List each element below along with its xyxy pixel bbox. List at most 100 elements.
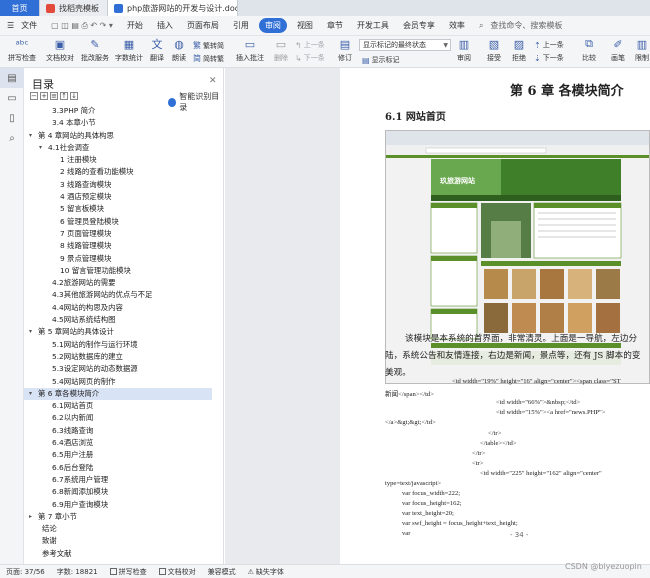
toc-item[interactable]: 4.2旅游网站的需要: [24, 277, 212, 289]
toc-item[interactable]: ▾ 第 6 章各模块简介: [24, 387, 212, 401]
search-icon[interactable]: ⌕: [0, 128, 24, 148]
word-count-button[interactable]: ▦ 字数统计: [113, 36, 145, 68]
next-change-button[interactable]: ⇣ 下一条: [534, 53, 564, 63]
toc-item[interactable]: 3.4 本章小节: [24, 117, 212, 129]
toc-item[interactable]: 3 线路查询模块: [24, 179, 212, 191]
up-level-icon[interactable]: ↑: [60, 92, 68, 100]
delete-comment-button[interactable]: ▭ 删除: [270, 36, 292, 68]
doc-proof-toggle[interactable]: 文档校对: [153, 567, 202, 577]
restrict-button[interactable]: ▥ 限制: [632, 36, 650, 68]
toc-item[interactable]: 7 页面管理模块: [24, 228, 212, 240]
toc-item[interactable]: 3.3PHP 简介: [24, 105, 212, 117]
toc-item[interactable]: 10 留言管理功能模块: [24, 265, 212, 277]
toc-item[interactable]: 5.2网站数据库的建立: [24, 351, 212, 363]
tab-home[interactable]: 首页: [0, 0, 40, 16]
chevron-down-icon[interactable]: ▾: [29, 130, 32, 142]
menu-insert[interactable]: 插入: [150, 20, 180, 31]
menu-layout[interactable]: 页面布局: [180, 20, 226, 31]
folder-icon[interactable]: ▭: [0, 88, 24, 108]
menu-view[interactable]: 视图: [290, 20, 320, 31]
spell-check-button[interactable]: ᵃᵇᶜ 拼写检查: [4, 36, 40, 68]
show-marks-button[interactable]: ▤ 显示标记: [362, 55, 400, 65]
chevron-down-icon[interactable]: ▾: [39, 142, 42, 154]
toc-item[interactable]: 6.6后台登陆: [24, 462, 212, 474]
toc-item[interactable]: ▾ 第 5 章网站的具体设计: [24, 326, 212, 338]
quick-tools-icon[interactable]: ▢ ◫ ▤ ⎙ ↶ ↷ ▾: [44, 21, 120, 31]
toc-item[interactable]: 9 景点管理模块: [24, 253, 212, 265]
toc-item[interactable]: 6.8新闻添加模块: [24, 486, 212, 498]
word-count[interactable]: 字数: 18821: [51, 567, 104, 577]
review-button[interactable]: ▥ 审阅: [453, 36, 475, 68]
next-comment-button[interactable]: ↳ 下一条: [295, 53, 325, 63]
bookmark-icon[interactable]: ▯: [0, 108, 24, 128]
prev-comment-button[interactable]: ↰ 上一条: [295, 40, 325, 50]
pen-button[interactable]: ✐ 画笔: [607, 36, 629, 68]
toc-item[interactable]: 4.5网站系统结构图: [24, 314, 212, 326]
outline-icon[interactable]: ≡: [50, 92, 58, 100]
simp-to-trad-button[interactable]: 简简转繁: [193, 53, 224, 64]
close-icon[interactable]: ✕: [209, 76, 217, 86]
toc-item[interactable]: 2 线路的查看功能模块: [24, 166, 212, 178]
toc-item-label: 3.3PHP 简介: [52, 106, 96, 115]
spell-check-toggle[interactable]: 拼写检查: [104, 567, 153, 577]
toc-item[interactable]: 5.1网站的制作与运行环境: [24, 339, 212, 351]
command-search[interactable]: 查找命令、搜索模板: [490, 20, 569, 31]
menu-reference[interactable]: 引用: [226, 20, 256, 31]
page-indicator[interactable]: 页面: 37/56: [0, 567, 51, 577]
toc-item[interactable]: 6 管理员登陆模块: [24, 216, 212, 228]
toc-item-label: 6.8新闻添加模块: [52, 487, 109, 497]
menu-efficiency[interactable]: 效率: [442, 20, 472, 31]
reject-button[interactable]: ▨ 拒绝: [508, 36, 530, 68]
collapse-icon[interactable]: −: [30, 92, 38, 100]
toc-pane-icon[interactable]: ▤: [0, 68, 24, 88]
tab-document[interactable]: php旅游网站的开发与设计.doc ✕: [108, 0, 238, 16]
trad-to-simp-button[interactable]: 繁繁转简: [193, 40, 224, 51]
chevron-down-icon[interactable]: ▾: [29, 326, 32, 338]
toc-item[interactable]: 8 线路管理模块: [24, 240, 212, 252]
expand-icon[interactable]: +: [40, 92, 48, 100]
markup-display-select[interactable]: 显示标记的最终状态 ▼: [359, 39, 451, 51]
toc-item[interactable]: 5.4网站网页的制作: [24, 376, 212, 388]
toc-item[interactable]: 4 酒店预定模块: [24, 191, 212, 203]
accept-button[interactable]: ▧ 接受: [483, 36, 505, 68]
toc-item[interactable]: 6.3线路查询: [24, 425, 212, 437]
menu-member[interactable]: 会员专享: [396, 20, 442, 31]
menu-dev[interactable]: 开发工具: [350, 20, 396, 31]
next-comment-icon: ↳: [295, 53, 302, 63]
toc-item[interactable]: 结论: [24, 523, 212, 535]
chevron-down-icon[interactable]: ▾: [29, 388, 32, 400]
compare-button[interactable]: ⧉ 比较: [578, 36, 600, 68]
toc-item[interactable]: 4.3其他旅游网站的优点与不足: [24, 289, 212, 301]
menu-file[interactable]: 文件: [21, 20, 44, 31]
toc-item[interactable]: 6.1网站首页: [24, 400, 212, 412]
down-level-icon[interactable]: ↓: [70, 92, 78, 100]
read-aloud-button[interactable]: ◍ 朗读: [168, 36, 190, 68]
menu-start[interactable]: 开始: [120, 20, 150, 31]
toc-item[interactable]: 6.2以内新闻: [24, 412, 212, 424]
hamburger-icon[interactable]: ☰: [0, 21, 21, 30]
tab-template[interactable]: 找稻壳模板: [40, 0, 108, 16]
prev-change-button[interactable]: ⇡ 上一条: [534, 40, 564, 50]
revise-button[interactable]: ▤ 修订: [334, 36, 356, 68]
toc-item[interactable]: 6.9用户查询模块: [24, 499, 212, 511]
toc-item[interactable]: 5 留言板模块: [24, 203, 212, 215]
toc-item[interactable]: ▾ 4.1社会调查: [24, 142, 212, 154]
toc-item[interactable]: 致谢: [24, 535, 212, 547]
toc-item[interactable]: 6.7系统用户管理: [24, 474, 212, 486]
toc-item[interactable]: 1 注册模块: [24, 154, 212, 166]
menu-review[interactable]: 审阅: [258, 18, 287, 33]
toc-item[interactable]: 5.3设定网站的动态数据源: [24, 363, 212, 375]
toc-item[interactable]: 6.4酒店浏览: [24, 437, 212, 449]
batch-service-button[interactable]: ✎ 批改服务: [79, 36, 111, 68]
toc-item[interactable]: 4.4网站的构思及内容: [24, 302, 212, 314]
toc-item[interactable]: 6.5用户注册: [24, 449, 212, 461]
toc-item[interactable]: ▾ 第 4 章网站的具体构思: [24, 130, 212, 142]
menu-chapter[interactable]: 章节: [320, 20, 350, 31]
doc-proof-button[interactable]: ▣ 文档校对: [44, 36, 76, 68]
toc-item[interactable]: ▸ 第 7 章小节: [24, 511, 212, 523]
missing-font-button[interactable]: ⚠ 缺失字体: [242, 567, 290, 577]
translate-button[interactable]: 文翻译: [146, 36, 168, 68]
insert-comment-button[interactable]: ▭ 插入批注: [234, 36, 266, 68]
toc-item[interactable]: 参考文献: [24, 548, 212, 560]
chevron-right-icon[interactable]: ▸: [29, 511, 32, 523]
